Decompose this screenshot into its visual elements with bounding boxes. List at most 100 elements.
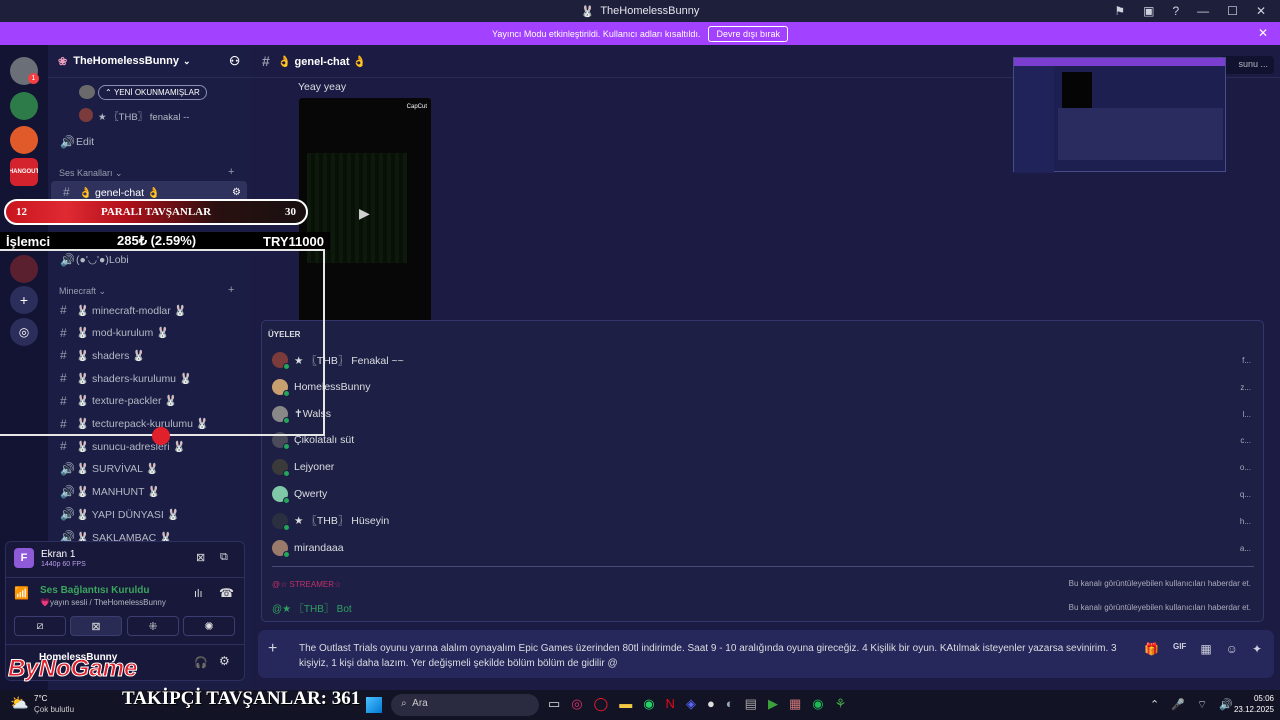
apps-icon[interactable]: ✦	[1252, 642, 1262, 656]
message-composer[interactable]: + The Outlast Trials oyunu yarına alalım…	[258, 630, 1274, 678]
terminal-icon[interactable]: ▤	[745, 696, 757, 712]
role-bot[interactable]: @★ 〖THB〗 Bot	[272, 595, 352, 619]
channel-label: 🐰 SURVİVAL 🐰	[76, 463, 159, 476]
member-username: l...	[1242, 409, 1251, 419]
sticker-icon[interactable]: ▦	[1200, 642, 1211, 656]
donation-goal-row: İşlemci 285₺ (2.59%) TRY11000	[0, 232, 330, 250]
sidebar-item-edit[interactable]: 🔊 Edit	[48, 131, 250, 153]
settings-icon[interactable]: ⚙	[219, 654, 230, 668]
member-name: Lejyoner	[294, 461, 335, 474]
gif-icon[interactable]: GIF	[1173, 642, 1186, 656]
plant-icon[interactable]: ⚘	[835, 696, 847, 712]
server-header[interactable]: ❀ TheHomelessBunny ⌄ ⚇	[48, 45, 250, 78]
sidebar-channel[interactable]: 🔊 🐰 YAPI DÜNYASI 🐰	[48, 503, 250, 525]
member-row[interactable]: mirandaaa	[272, 536, 344, 560]
message-text: Yeay yeay	[298, 81, 347, 93]
sidebar-channel[interactable]: # 🐰 sunucu-adresleri 🐰	[48, 435, 250, 457]
preview-members	[1058, 108, 1223, 160]
hash-icon: #	[63, 185, 70, 199]
dm-user[interactable]: ★ 〖THB〗 fenakal --	[98, 109, 189, 123]
camera-toggle[interactable]: ⧄	[14, 616, 66, 636]
github-icon[interactable]: ●	[707, 696, 715, 712]
add-member-icon[interactable]: ⚇	[229, 54, 240, 68]
windows-start-icon[interactable]	[366, 697, 382, 713]
stop-stream-icon[interactable]: ⊠	[196, 551, 205, 564]
whatsapp-icon[interactable]: ◉	[643, 696, 654, 712]
settings-icon[interactable]: ⚙	[232, 187, 241, 198]
sidebar-channel[interactable]: 🔊 🐰 SURVİVAL 🐰	[48, 458, 250, 480]
add-channel-icon[interactable]: +	[228, 166, 234, 178]
close-button[interactable]: ✕	[1256, 4, 1266, 18]
taskbar-search[interactable]: ⌕ Ara	[391, 694, 539, 716]
search-input[interactable]: sunu ...	[1220, 56, 1274, 74]
screen-share-toggle[interactable]: ⊠	[70, 616, 122, 636]
add-attachment-icon[interactable]: +	[268, 640, 277, 658]
banner-text: Yayıncı Modu etkinleştirildi. Kullanıcı …	[492, 28, 701, 39]
gamepass-icon[interactable]: ▶	[768, 696, 778, 712]
category-voice[interactable]: Ses Kanalları ⌄	[59, 168, 123, 179]
noise-icon[interactable]: ılı	[194, 588, 203, 600]
weather-icon[interactable]: ⛅	[10, 694, 29, 712]
disconnect-icon[interactable]: ☎	[219, 586, 234, 600]
voice-status[interactable]: Ses Bağlantısı Kuruldu	[40, 585, 149, 596]
disable-streamer-button[interactable]: Devre dışı bırak	[708, 25, 788, 42]
folder-icon[interactable]: ▬	[619, 696, 632, 712]
new-unreads-pill[interactable]: ⌃ YENİ OKUNMAMIŞLAR	[98, 85, 207, 100]
wifi-icon[interactable]: ⌔	[1197, 698, 1207, 712]
temperature: 7°C	[34, 694, 48, 703]
instagram-icon[interactable]: ◎	[571, 696, 582, 712]
netflix-icon[interactable]: N	[666, 696, 675, 712]
followers-counter: TAKİPÇİ TAVŞANLAR: 361	[122, 688, 361, 709]
member-username: c...	[1240, 436, 1251, 446]
discord-icon[interactable]: ◈	[686, 696, 696, 712]
flag-icon[interactable]: ⚑	[1114, 4, 1125, 18]
emoji-icon[interactable]: ☺	[1226, 642, 1238, 656]
tray-chevron-icon[interactable]: ⌃	[1150, 698, 1159, 712]
soundboard-button[interactable]: ✺	[183, 616, 235, 636]
steam-icon[interactable]: ◐	[726, 696, 734, 712]
goal-target: TRY11000	[263, 233, 324, 249]
screen-share-preview[interactable]	[1013, 57, 1226, 173]
online-status-icon	[283, 470, 290, 478]
help-icon[interactable]: ?	[1172, 4, 1179, 18]
mic-icon[interactable]: 🎤	[1171, 698, 1185, 712]
online-status-icon	[283, 497, 290, 504]
server-hangout[interactable]: HANGOUT	[10, 158, 38, 186]
taskview-icon[interactable]: ▭	[548, 696, 560, 712]
sidebar-channel[interactable]: 🔊 🐰 MANHUNT 🐰	[48, 481, 250, 503]
popout-icon[interactable]: ⧉	[220, 551, 228, 564]
photo-icon[interactable]: ▦	[789, 696, 801, 712]
window-title: TheHomelessBunny	[600, 5, 700, 17]
play-icon[interactable]: ▶	[359, 205, 370, 222]
member-row[interactable]: Lejyoner	[272, 455, 334, 479]
opera-icon[interactable]: ◯	[594, 696, 609, 712]
channel-label: 🐰 YAPI DÜNYASI 🐰	[76, 508, 180, 521]
activities-button[interactable]: ⁜	[127, 616, 179, 636]
role-note: Bu kanalı görüntüleyebilen kullanıcıları…	[1068, 579, 1251, 588]
screen-quality: 1440p 60 FPS	[41, 561, 86, 568]
server-avatar-2[interactable]	[10, 92, 38, 120]
member-row[interactable]: Qwerty	[272, 482, 327, 506]
inbox-icon[interactable]: ▣	[1143, 4, 1154, 18]
maximize-button[interactable]: ☐	[1227, 4, 1238, 18]
gift-icon[interactable]: 🎁	[1144, 642, 1159, 656]
headphones-icon[interactable]: 🎧	[194, 656, 208, 669]
member-username: q...	[1239, 490, 1251, 499]
close-banner-icon[interactable]: ✕	[1258, 26, 1268, 40]
goal-amount: 285₺ (2.59%)	[117, 233, 197, 248]
spotify-icon[interactable]: ◉	[812, 696, 823, 712]
channel-label: 👌 genel-chat 👌	[79, 186, 161, 199]
minimize-button[interactable]: —	[1197, 4, 1209, 18]
goal-right-number: 30	[285, 206, 296, 218]
avatar	[272, 512, 290, 531]
server-avatar-3[interactable]	[10, 126, 38, 154]
bynogame-logo: ByNoGame	[7, 655, 138, 683]
role-streamer[interactable]: @☆ STREAMER☆	[272, 572, 341, 596]
signal-icon: 📶	[14, 586, 29, 600]
online-status-icon	[283, 550, 290, 558]
member-username: o...	[1239, 463, 1251, 473]
clock-time[interactable]: 05:06	[1244, 694, 1274, 703]
clock-date[interactable]: 23.12.2025	[1226, 705, 1274, 714]
member-row[interactable]: ★ 〖THB〗 Hüseyin	[272, 509, 389, 533]
message-input[interactable]: The Outlast Trials oyunu yarına alalım o…	[299, 641, 1129, 671]
